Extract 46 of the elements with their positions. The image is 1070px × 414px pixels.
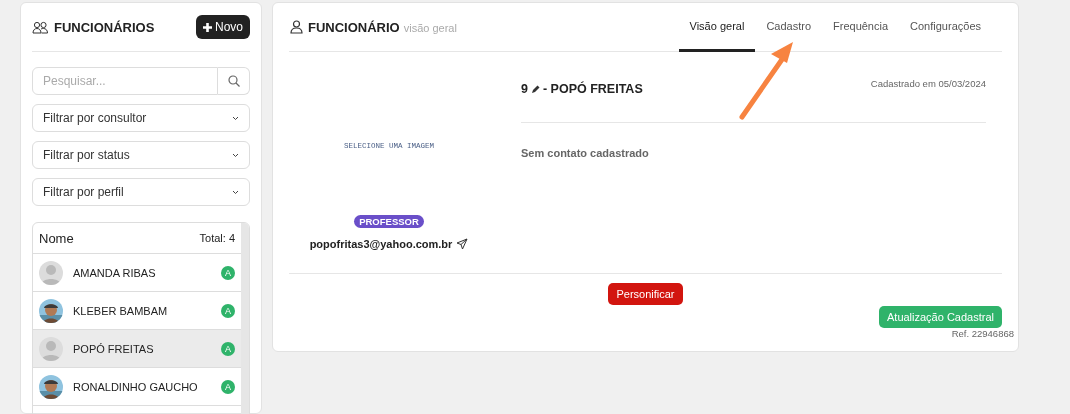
send-icon[interactable] <box>456 238 469 250</box>
total-count: Total: 4 <box>199 232 235 244</box>
status-badge: A <box>221 265 235 280</box>
scrollbar[interactable] <box>241 223 249 414</box>
search-icon <box>227 75 240 87</box>
avatar-placeholder-icon <box>39 260 63 285</box>
plus-icon <box>203 22 212 32</box>
filter-dropdown[interactable]: Filtrar por perfil <box>32 178 250 206</box>
panel-title: FUNCIONÁRIOS <box>54 19 155 35</box>
email-text: popofritas3@yahoo.com.br <box>309 238 453 250</box>
search-field[interactable]: Pesquisar... <box>32 67 218 95</box>
chevron-down-icon <box>232 115 239 121</box>
panel-title: FUNCIONÁRIO <box>308 19 400 35</box>
tab[interactable]: Frequência <box>822 3 900 52</box>
tab[interactable]: Configurações <box>899 3 992 52</box>
avatar-placeholder-icon <box>39 336 63 361</box>
employee-name: AMANDA RIBAS <box>73 266 157 279</box>
employee-name: KLEBER BAMBAM <box>73 304 169 317</box>
column-header: Nome <box>39 230 74 246</box>
employee-row[interactable]: RONALDINHO GAUCHO A <box>33 368 241 406</box>
pencil-icon[interactable] <box>530 84 540 94</box>
role-badge: PROFESSOR <box>354 215 424 228</box>
registration-date: Cadastrado em 05/03/2024 <box>870 77 986 89</box>
contact-text: Sem contato cadastrado <box>521 147 650 159</box>
status-badge: A <box>221 341 235 356</box>
tab[interactable]: Visão geral <box>678 3 756 52</box>
user-icon <box>289 20 304 34</box>
status-badge: A <box>221 379 235 394</box>
employee-name: POPÓ FREITAS <box>73 342 155 355</box>
search-button[interactable] <box>218 67 250 95</box>
users-icon <box>32 20 49 34</box>
impersonate-button[interactable]: Personificar <box>608 283 683 305</box>
tab[interactable]: Cadastro <box>755 3 822 52</box>
employee-row[interactable]: POPÓ FREITAS A <box>33 330 241 368</box>
employee-row[interactable]: AMANDA RIBAS A <box>33 254 241 292</box>
status-badge: A <box>221 303 235 318</box>
employee-name: - POPÓ FREITAS <box>542 82 643 96</box>
employee-id: 9 <box>521 82 528 96</box>
panel-subtitle: visão geral <box>403 21 457 34</box>
employee-name: RONALDINHO GAUCHO <box>73 380 199 393</box>
new-button[interactable]: Novo <box>196 15 250 39</box>
filter-dropdown[interactable]: Filtrar por status <box>32 141 250 169</box>
chevron-down-icon <box>232 189 239 195</box>
reference-number: Ref. 22946868 <box>951 328 1014 339</box>
filter-dropdown[interactable]: Filtrar por consultor <box>32 104 250 132</box>
chevron-down-icon <box>232 152 239 158</box>
